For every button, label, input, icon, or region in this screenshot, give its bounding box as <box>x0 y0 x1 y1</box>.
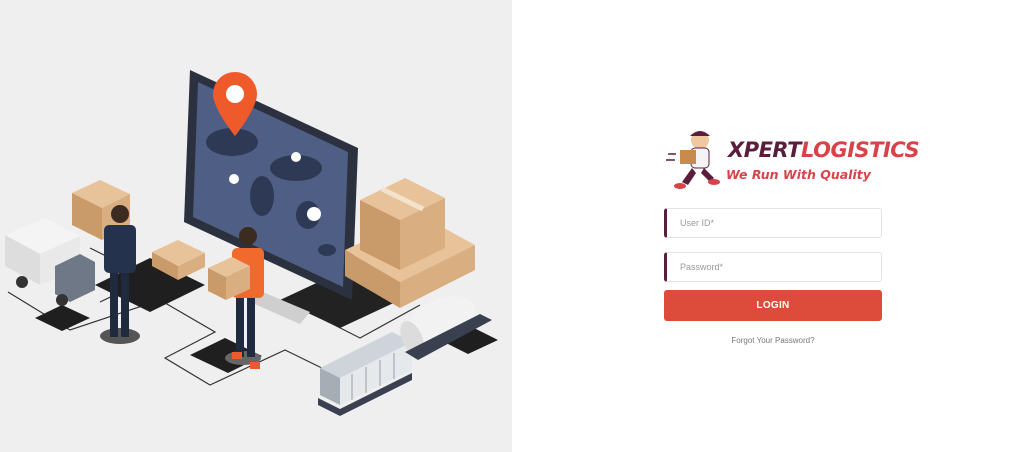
brand-name-part1: XPERT <box>728 138 801 162</box>
forgot-password-link[interactable]: Forgot Your Password? <box>664 336 882 345</box>
mascot-icon <box>666 131 720 189</box>
logistics-illustration <box>5 70 498 416</box>
login-button[interactable]: LOGIN <box>664 290 882 321</box>
brand-name: XPERTLOGISTICS <box>728 138 920 162</box>
user-id-input[interactable] <box>664 208 882 238</box>
brand-tagline: We Run With Quality <box>726 167 871 182</box>
password-input[interactable] <box>664 252 882 282</box>
delivery-truck-icon <box>5 218 95 306</box>
brand-name-part2: LOGISTICS <box>800 138 920 162</box>
login-panel: XPERTLOGISTICS We Run With Quality LOGIN… <box>512 0 1024 452</box>
company-logo: XPERTLOGISTICS We Run With Quality <box>666 126 920 196</box>
hero-illustration-panel <box>0 0 512 452</box>
train-wagon-icon <box>318 332 412 416</box>
